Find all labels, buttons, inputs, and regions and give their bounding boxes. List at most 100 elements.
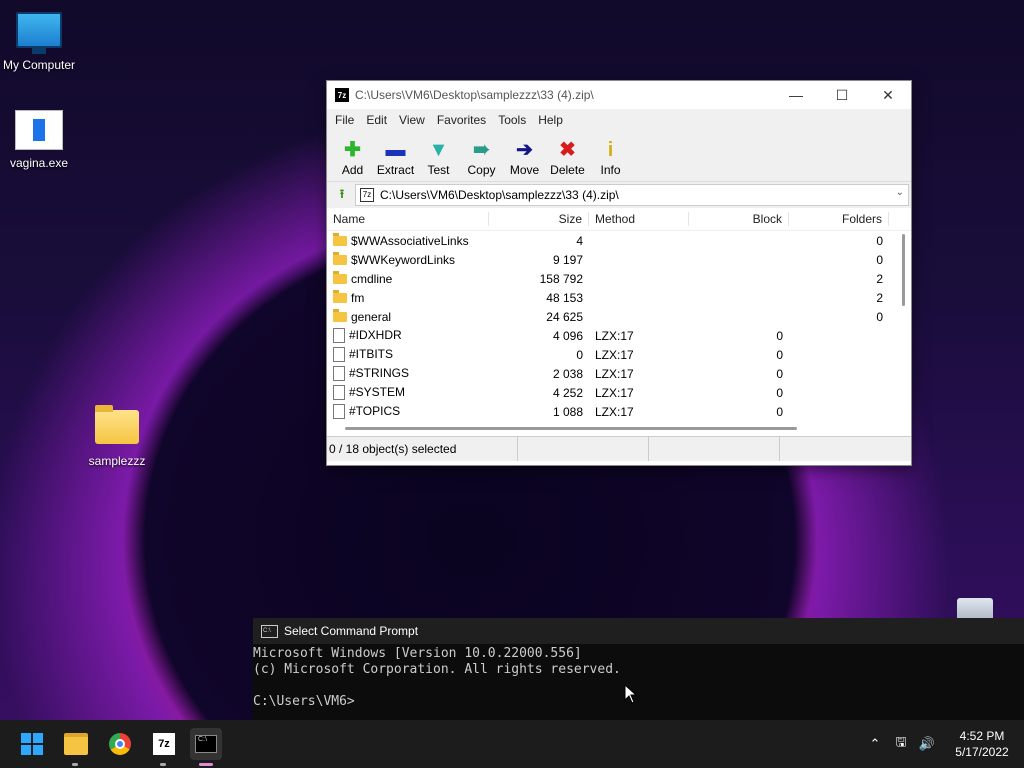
check-icon: ▼	[428, 139, 449, 161]
table-row[interactable]: #TOPICS 1 088 LZX:17 0	[327, 402, 911, 421]
row-method: LZX:17	[595, 366, 634, 381]
list-header: Name Size Method Block Folders	[327, 208, 911, 231]
file-icon	[333, 366, 345, 382]
status-segment	[518, 437, 649, 461]
row-block: 0	[776, 404, 783, 419]
row-size: 1 088	[552, 404, 583, 419]
extract-label: Extract	[376, 163, 415, 177]
extract-button[interactable]: ▬ Extract	[374, 139, 417, 181]
table-row[interactable]: general 24 625 0	[327, 307, 911, 326]
column-name[interactable]: Name	[327, 212, 489, 226]
row-name: cmdline	[351, 271, 393, 286]
network-icon[interactable]: 🖫	[888, 733, 914, 755]
menu-bar: File Edit View Favorites Tools Help	[327, 109, 911, 131]
cmd-title-bar[interactable]: C:\ Select Command Prompt	[253, 618, 1024, 644]
desktop-icon-samplezzz[interactable]: samplezzz	[78, 405, 156, 468]
info-button[interactable]: i Info	[589, 139, 632, 181]
chrome-icon	[109, 733, 131, 755]
row-folders: 2	[876, 271, 883, 286]
mouse-cursor-icon	[624, 684, 638, 704]
row-folders: 0	[876, 252, 883, 267]
test-button[interactable]: ▼ Test	[417, 139, 460, 181]
cmd-line: Microsoft Windows [Version 10.0.22000.55…	[253, 646, 582, 661]
desktop-icon-exe[interactable]: vagina.exe	[0, 110, 78, 170]
row-name: $WWAssociativeLinks	[351, 233, 469, 248]
running-indicator	[72, 763, 78, 766]
menu-edit[interactable]: Edit	[360, 113, 393, 127]
terminal-icon: C:\	[195, 735, 217, 753]
7zip-window[interactable]: 7z C:\Users\VM6\Desktop\samplezzz\33 (4)…	[326, 80, 912, 466]
column-block[interactable]: Block	[689, 212, 789, 226]
chevron-up-icon[interactable]: ⌃	[862, 736, 888, 752]
cmd-output[interactable]: Microsoft Windows [Version 10.0.22000.55…	[253, 644, 1024, 710]
menu-tools[interactable]: Tools	[492, 113, 532, 127]
menu-view[interactable]: View	[393, 113, 431, 127]
arrow-right-icon: ➔	[516, 139, 533, 161]
cmd-prompt-line: C:\Users\VM6>	[253, 694, 355, 709]
path-value: C:\Users\VM6\Desktop\samplezzz\33 (4).zi…	[380, 188, 619, 202]
taskbar-7zip[interactable]: 7z	[148, 728, 180, 766]
row-folders: 0	[876, 309, 883, 324]
path-combobox[interactable]: 7z C:\Users\VM6\Desktop\samplezzz\33 (4)…	[355, 184, 909, 206]
file-list[interactable]: Name Size Method Block Folders $WWAssoci…	[327, 208, 911, 436]
vertical-scrollbar[interactable]	[902, 234, 905, 306]
file-icon	[333, 385, 345, 401]
desktop-icon-label: samplezzz	[88, 454, 146, 468]
file-icon	[333, 404, 345, 420]
minimize-button[interactable]: —	[773, 81, 819, 109]
taskbar-terminal[interactable]: C:\	[190, 728, 222, 766]
delete-label: Delete	[550, 163, 585, 177]
desktop-icon-label: My Computer	[2, 58, 76, 72]
table-row[interactable]: cmdline 158 792 2	[327, 269, 911, 288]
status-text: 0 / 18 object(s) selected	[329, 437, 518, 461]
menu-file[interactable]: File	[329, 113, 360, 127]
running-indicator	[160, 763, 166, 766]
monitor-icon	[16, 12, 62, 54]
table-row[interactable]: #IDXHDR 4 096 LZX:17 0	[327, 326, 911, 345]
volume-icon[interactable]: 🔊	[914, 736, 940, 752]
info-label: Info	[600, 163, 621, 177]
close-button[interactable]: ✕	[865, 81, 911, 109]
up-folder-icon[interactable]: ⭱	[329, 184, 355, 206]
maximize-button[interactable]: ☐	[819, 81, 865, 109]
table-row[interactable]: $WWKeywordLinks 9 197 0	[327, 250, 911, 269]
taskbar-file-explorer[interactable]	[60, 728, 92, 766]
table-row[interactable]: fm 48 153 2	[327, 288, 911, 307]
column-size[interactable]: Size	[489, 212, 589, 226]
start-button[interactable]	[16, 728, 48, 760]
menu-help[interactable]: Help	[532, 113, 569, 127]
delete-button[interactable]: ✖ Delete	[546, 139, 589, 181]
move-button[interactable]: ➔ Move	[503, 139, 546, 181]
chevron-down-icon[interactable]: ⌄	[896, 187, 904, 198]
move-label: Move	[509, 163, 540, 177]
row-size: 0	[576, 347, 583, 362]
table-row[interactable]: #STRINGS 2 038 LZX:17 0	[327, 364, 911, 383]
column-method[interactable]: Method	[589, 212, 689, 226]
row-name: #TOPICS	[349, 403, 401, 418]
recycle-bin-icon[interactable]	[957, 598, 993, 620]
command-prompt-window[interactable]: C:\ Select Command Prompt Microsoft Wind…	[253, 618, 1024, 720]
table-row[interactable]: #ITBITS 0 LZX:17 0	[327, 345, 911, 364]
desktop-icon-my-computer[interactable]: My Computer	[0, 12, 78, 72]
copy-button[interactable]: ➠ Copy	[460, 139, 503, 181]
title-bar[interactable]: 7z C:\Users\VM6\Desktop\samplezzz\33 (4)…	[327, 81, 911, 109]
column-folders[interactable]: Folders	[789, 212, 889, 226]
horizontal-scrollbar[interactable]	[345, 427, 797, 430]
clock-time: 4:52 PM	[959, 729, 1005, 743]
menu-favorites[interactable]: Favorites	[431, 113, 492, 127]
7zip-app-icon: 7z	[335, 88, 349, 102]
row-block: 0	[776, 347, 783, 362]
plus-icon: ✚	[344, 139, 361, 161]
table-row[interactable]: $WWAssociativeLinks 4 0	[327, 231, 911, 250]
folder-icon	[333, 252, 347, 266]
table-row[interactable]: #SYSTEM 4 252 LZX:17 0	[327, 383, 911, 402]
add-button[interactable]: ✚ Add	[331, 139, 374, 181]
x-icon: ✖	[559, 139, 576, 161]
taskbar-chrome[interactable]	[104, 728, 136, 760]
archive-icon: 7z	[360, 188, 374, 202]
row-name: fm	[351, 290, 365, 305]
row-size: 4 252	[552, 385, 583, 400]
folder-icon	[333, 233, 347, 247]
clock[interactable]: 4:52 PM 5/17/2022	[940, 728, 1024, 760]
row-folders: 2	[876, 290, 883, 305]
